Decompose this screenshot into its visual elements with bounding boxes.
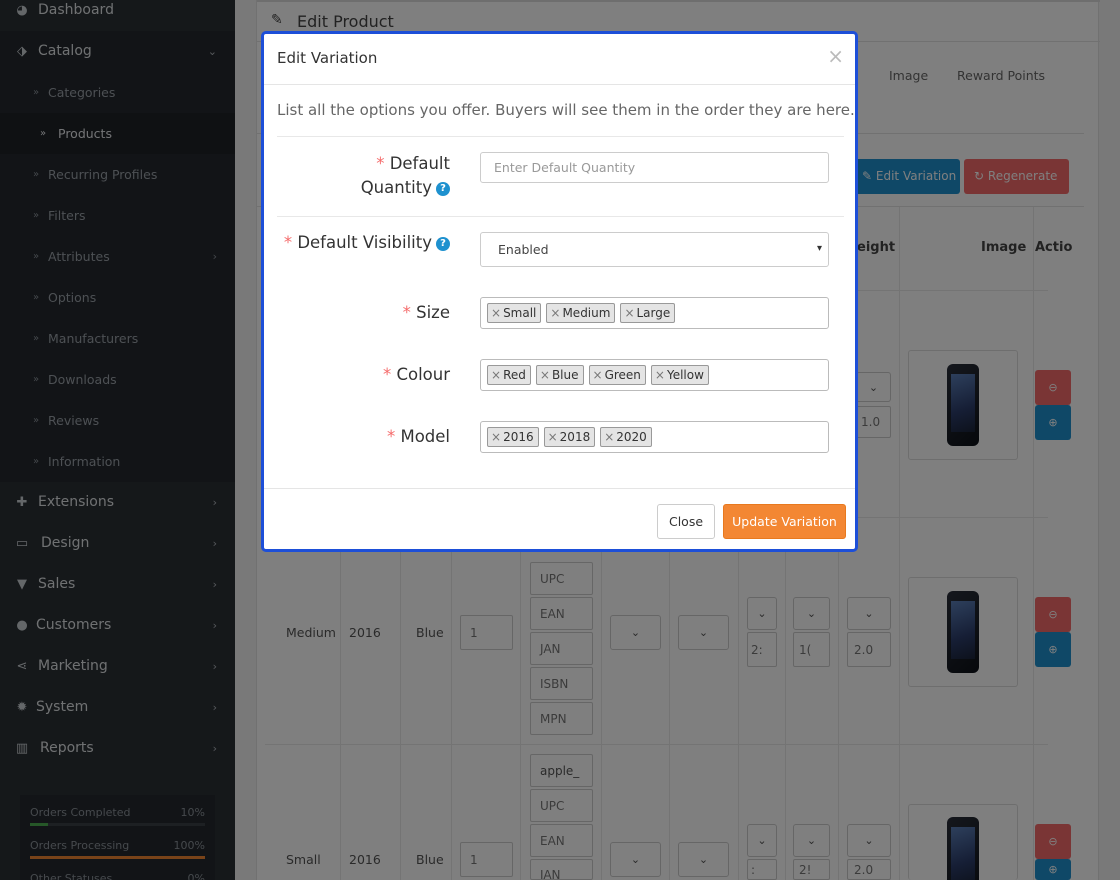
tag-label: Green — [604, 368, 641, 382]
remove-tag-icon[interactable]: × — [491, 306, 501, 320]
tag-label: Red — [503, 368, 526, 382]
remove-tag-icon[interactable]: × — [491, 368, 501, 382]
model-tag-input[interactable]: × 2016 × 2018 × 2020 — [480, 421, 829, 453]
tag-label: Large — [636, 306, 671, 320]
size-label: * Size — [403, 301, 450, 325]
remove-tag-icon[interactable]: × — [604, 430, 614, 444]
help-icon[interactable]: ? — [436, 236, 450, 251]
tag[interactable]: × Yellow — [650, 365, 709, 385]
tag-label: Yellow — [666, 368, 704, 382]
close-icon[interactable]: × — [827, 44, 844, 68]
tag-label: 2018 — [559, 430, 591, 444]
required-marker: * — [402, 303, 411, 322]
label-text: Colour — [396, 365, 450, 384]
size-tag-input[interactable]: × Small × Medium × Large — [480, 297, 829, 329]
divider — [277, 216, 844, 217]
label-text: Default — [389, 154, 450, 173]
remove-tag-icon[interactable]: × — [550, 306, 560, 320]
remove-tag-icon[interactable]: × — [491, 430, 501, 444]
tag-label: 2020 — [616, 430, 647, 444]
tag[interactable]: × 2020 — [600, 427, 652, 447]
label-text: Quantity — [360, 178, 432, 197]
tag[interactable]: × Green — [588, 365, 646, 385]
label-text: Size — [416, 303, 450, 322]
update-variation-button[interactable]: Update Variation — [723, 504, 846, 539]
default-visibility-label: * Default Visibility? — [284, 231, 450, 255]
default-quantity-input[interactable]: Enter Default Quantity — [480, 152, 829, 183]
required-marker: * — [386, 427, 396, 446]
modal-header: Edit Variation × — [264, 34, 855, 85]
edit-variation-modal: Edit Variation × List all the options yo… — [261, 31, 858, 552]
tag[interactable]: × Blue — [535, 365, 584, 385]
remove-tag-icon[interactable]: × — [624, 306, 634, 320]
tag-label: Small — [503, 306, 537, 320]
required-marker: * — [283, 233, 293, 252]
tag[interactable]: × Medium — [546, 303, 616, 323]
tag[interactable]: × Large — [620, 303, 676, 323]
chevron-down-icon: ▾ — [816, 243, 822, 254]
model-label: * Model — [387, 425, 450, 449]
tag-label: Medium — [562, 306, 611, 320]
required-marker: * — [376, 154, 385, 173]
modal-intro-text: List all the options you offer. Buyers w… — [277, 101, 855, 119]
tag[interactable]: × Red — [487, 365, 531, 385]
label-text: Model — [400, 427, 450, 446]
remove-tag-icon[interactable]: × — [593, 368, 603, 382]
close-button[interactable]: Close — [657, 504, 715, 539]
remove-tag-icon[interactable]: × — [655, 368, 665, 382]
tag[interactable]: × 2016 — [487, 427, 539, 447]
default-quantity-label: * Default Quantity? — [361, 152, 450, 200]
divider — [277, 136, 844, 137]
colour-label: * Colour — [383, 363, 450, 387]
selected-value: Enabled — [498, 242, 549, 257]
tag-label: 2016 — [503, 430, 534, 444]
tag[interactable]: × 2018 — [543, 427, 596, 447]
colour-tag-input[interactable]: × Red × Blue × Green × Yellow — [480, 359, 829, 391]
tag[interactable]: × Small — [487, 303, 542, 323]
modal-title: Edit Variation — [277, 49, 378, 67]
modal-footer-divider — [264, 488, 855, 489]
tag-label: Blue — [551, 368, 579, 382]
required-marker: * — [382, 365, 392, 384]
remove-tag-icon[interactable]: × — [548, 430, 558, 444]
label-text: Default Visibility — [297, 233, 432, 252]
remove-tag-icon[interactable]: × — [540, 368, 550, 382]
help-icon[interactable]: ? — [436, 181, 450, 196]
default-visibility-select[interactable]: Enabled ▾ — [480, 232, 829, 267]
